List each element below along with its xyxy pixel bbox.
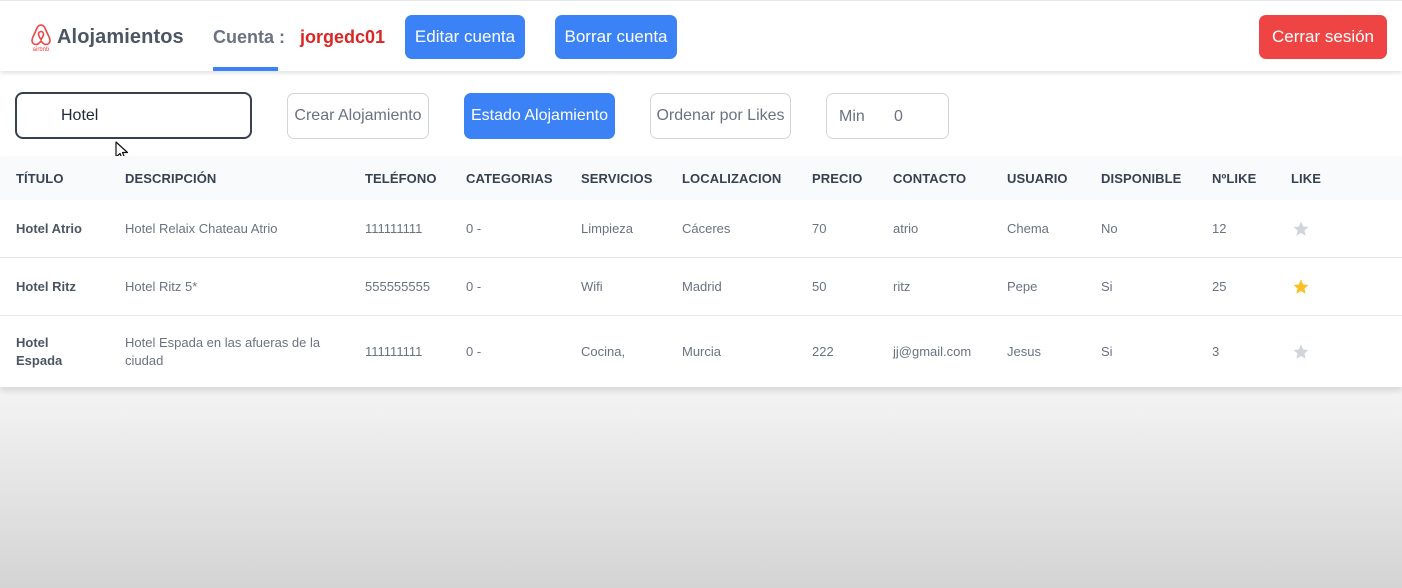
header-services: SERVICIOS <box>581 171 653 186</box>
header-phone: TELÉFONO <box>365 171 437 186</box>
cell-categories: 0 - <box>466 278 482 294</box>
cell-title: Hotel Atrio <box>16 220 82 236</box>
min-likes-filter: Min <box>826 93 949 139</box>
cell-like-count: 25 <box>1212 278 1227 294</box>
accommodation-state-button[interactable]: Estado Alojamiento <box>464 93 615 139</box>
search-input[interactable] <box>15 92 252 139</box>
cell-title: Hotel Espada <box>16 334 63 368</box>
table-header: TÍTULO DESCRIPCIÓN TELÉFONO CATEGORIAS S… <box>0 156 1402 200</box>
table-row: Hotel Espada Hotel Espada en las afueras… <box>0 316 1402 387</box>
tab-account-label: Cuenta : <box>213 27 285 47</box>
cell-user: Chema <box>1007 220 1049 236</box>
star-icon[interactable] <box>1292 278 1310 296</box>
header-user: USUARIO <box>1007 171 1068 186</box>
brand-title[interactable]: Alojamientos <box>57 26 184 49</box>
header-categories: CATEGORIAS <box>466 171 553 186</box>
star-icon[interactable] <box>1292 220 1310 238</box>
header-available: DISPONIBLE <box>1101 171 1182 186</box>
cell-like-count: 3 <box>1212 343 1220 359</box>
delete-account-button[interactable]: Borrar cuenta <box>555 15 677 59</box>
cell-services: Limpieza <box>581 220 634 236</box>
header-like: LIKE <box>1291 171 1322 186</box>
cell-location: Madrid <box>682 278 722 294</box>
accommodations-table: TÍTULO DESCRIPCIÓN TELÉFONO CATEGORIAS S… <box>0 156 1402 387</box>
cell-phone: 111111111 <box>365 343 423 359</box>
min-label: Min <box>839 108 865 125</box>
cell-phone: 111111111 <box>365 220 423 236</box>
cell-categories: 0 - <box>466 220 482 236</box>
cell-title: Hotel Ritz <box>16 278 76 294</box>
header-like-count: NºLIKE <box>1212 171 1257 186</box>
active-tab-indicator <box>213 67 278 71</box>
cell-available: Si <box>1101 278 1113 294</box>
logout-button[interactable]: Cerrar sesión <box>1259 15 1387 59</box>
cell-services: Cocina, <box>581 343 626 359</box>
cell-location: Cáceres <box>682 220 731 236</box>
header-title: TÍTULO <box>16 171 64 186</box>
cell-price: 222 <box>812 343 834 359</box>
header-description: DESCRIPCIÓN <box>125 171 217 186</box>
cell-description: Hotel Espada en las afueras de la ciudad <box>125 334 321 368</box>
cell-contact: jj@gmail.com <box>893 343 972 359</box>
cell-location: Murcia <box>682 343 722 359</box>
header-contact: CONTACTO <box>893 171 967 186</box>
airbnb-logo-icon: airbnb <box>31 24 51 52</box>
cell-description: Hotel Relaix Chateau Atrio <box>125 220 278 236</box>
cell-phone: 555555555 <box>365 278 431 294</box>
sort-by-likes-button[interactable]: Ordenar por Likes <box>650 93 791 139</box>
brand[interactable]: airbnb <box>28 22 54 52</box>
cell-price: 70 <box>812 220 827 236</box>
username: jorgedc01 <box>300 27 386 47</box>
navbar: airbnb Alojamientos Cuenta : jorgedc01 E… <box>0 0 1402 71</box>
table-row: Hotel Atrio Hotel Relaix Chateau Atrio 1… <box>0 200 1402 258</box>
header-location: LOCALIZACION <box>682 171 782 186</box>
star-icon[interactable] <box>1292 343 1310 361</box>
cell-price: 50 <box>812 278 827 294</box>
tab-account[interactable]: Cuenta : <box>213 1 285 72</box>
table-row: Hotel Ritz Hotel Ritz 5* 555555555 0 - W… <box>0 258 1402 316</box>
cell-categories: 0 - <box>466 343 482 359</box>
header-price: PRECIO <box>812 171 863 186</box>
create-accommodation-button[interactable]: Crear Alojamiento <box>287 93 429 139</box>
cell-available: No <box>1101 220 1118 236</box>
min-likes-input[interactable] <box>874 105 938 129</box>
svg-text:airbnb: airbnb <box>33 47 50 52</box>
cell-available: Si <box>1101 343 1113 359</box>
edit-account-button[interactable]: Editar cuenta <box>405 15 525 59</box>
cell-user: Pepe <box>1007 278 1038 294</box>
cell-services: Wifi <box>581 278 603 294</box>
cell-description: Hotel Ritz 5* <box>125 278 198 294</box>
cell-like-count: 12 <box>1212 220 1227 236</box>
cell-user: Jesus <box>1007 343 1041 359</box>
cell-contact: atrio <box>893 220 919 236</box>
cell-contact: ritz <box>893 278 911 294</box>
